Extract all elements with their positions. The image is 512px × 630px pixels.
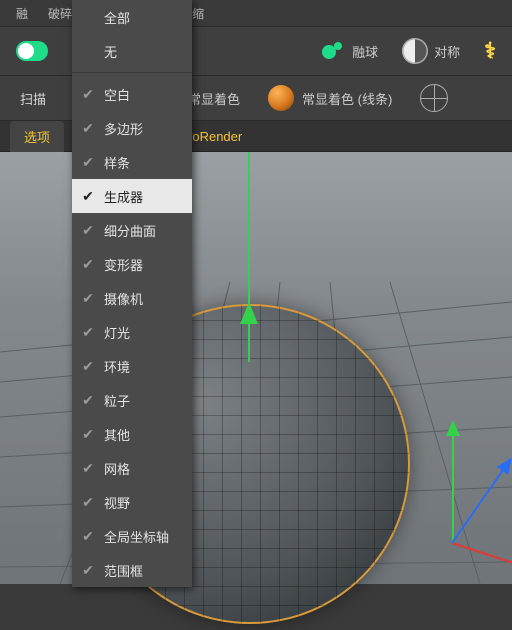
check-icon: ✔ xyxy=(80,426,96,443)
python-button[interactable]: ⚕ xyxy=(474,32,506,70)
menu-item-14[interactable]: ✔ 视野 xyxy=(72,485,192,519)
menu-item-10[interactable]: ✔ 环境 xyxy=(72,349,192,383)
check-icon: ✔ xyxy=(80,256,96,273)
menu-item-7[interactable]: ✔ 变形器 xyxy=(72,247,192,281)
tab-options[interactable]: 选项 xyxy=(10,121,64,152)
button-label: 常显着色 (线条) xyxy=(302,89,392,108)
check-icon: ✔ xyxy=(80,528,96,545)
check-icon: ✔ xyxy=(80,324,96,341)
menu-item-9[interactable]: ✔ 灯光 xyxy=(72,315,192,349)
menu-item-label: 灯光 xyxy=(104,323,130,342)
check-icon: ✔ xyxy=(80,222,96,239)
menu-item-label: 全局坐标轴 xyxy=(104,527,169,546)
toggle-button[interactable] xyxy=(6,35,58,67)
menu-item-label: 全部 xyxy=(104,8,130,27)
toggle-icon xyxy=(16,41,48,61)
check-icon: ✔ xyxy=(80,154,96,171)
menu-item-label: 范围框 xyxy=(104,561,143,580)
button-label: 扫描 xyxy=(20,89,46,108)
menu-item-label: 空白 xyxy=(104,85,130,104)
menu-item-label: 视野 xyxy=(104,493,130,512)
menu-item-6[interactable]: ✔ 细分曲面 xyxy=(72,213,192,247)
menu-item-label: 样条 xyxy=(104,153,130,172)
menu-item[interactable]: 破碎 xyxy=(48,5,72,22)
check-icon: ✔ xyxy=(80,460,96,477)
axis-y-line xyxy=(248,152,250,362)
menu-item[interactable]: 融 xyxy=(16,5,28,22)
check-icon: ✔ xyxy=(80,392,96,409)
menu-item-label: 无 xyxy=(104,42,117,61)
shading-button-2[interactable]: 常显着色 (线条) xyxy=(258,81,402,115)
menu-item-label: 变形器 xyxy=(104,255,143,274)
menu-item-5[interactable]: ✔ 生成器 xyxy=(72,179,192,213)
menu-item-label: 网格 xyxy=(104,459,130,478)
menu-item-label: 摄像机 xyxy=(104,289,143,308)
menu-item-label: 生成器 xyxy=(104,187,143,206)
menu-item-12[interactable]: ✔ 其他 xyxy=(72,417,192,451)
menu-item-15[interactable]: ✔ 全局坐标轴 xyxy=(72,519,192,553)
check-icon: ✔ xyxy=(80,290,96,307)
sphere-icon xyxy=(268,85,294,111)
menu-item-label: 其他 xyxy=(104,425,130,444)
check-icon: ✔ xyxy=(80,494,96,511)
gizmo-y-axis[interactable] xyxy=(452,434,454,544)
check-icon: ✔ xyxy=(80,358,96,375)
menu-item-1[interactable]: 无 xyxy=(72,34,192,68)
globe-button[interactable] xyxy=(410,80,458,116)
scan-button[interactable]: 扫描 xyxy=(10,85,56,112)
menu-item-label: 环境 xyxy=(104,357,130,376)
symmetry-button[interactable]: 对称 xyxy=(392,32,470,70)
menu-item-0[interactable]: 全部 xyxy=(72,0,192,34)
button-label: 对称 xyxy=(434,42,460,61)
metaball-icon xyxy=(320,38,346,64)
check-icon: ✔ xyxy=(80,120,96,137)
button-label: 融球 xyxy=(352,42,378,61)
globe-icon xyxy=(420,84,448,112)
menu-item-3[interactable]: ✔ 多边形 xyxy=(72,111,192,145)
render-label: roRender xyxy=(188,129,242,144)
menu-item-label: 粒子 xyxy=(104,391,130,410)
axis-y-arrow-icon xyxy=(240,302,258,324)
menu-item-label: 多边形 xyxy=(104,119,143,138)
menu-item-16[interactable]: ✔ 范围框 xyxy=(72,553,192,587)
button-label: 常显着色 xyxy=(188,89,240,108)
menu-item-13[interactable]: ✔ 网格 xyxy=(72,451,192,485)
check-icon: ✔ xyxy=(80,562,96,579)
check-icon: ✔ xyxy=(80,188,96,205)
menu-item-4[interactable]: ✔ 样条 xyxy=(72,145,192,179)
menu-item-label: 细分曲面 xyxy=(104,221,156,240)
filter-menu[interactable]: 全部无✔空白✔多边形✔样条✔生成器✔细分曲面✔变形器✔摄像机✔灯光✔环境✔粒子✔… xyxy=(72,0,192,587)
menu-item-2[interactable]: ✔ 空白 xyxy=(72,77,192,111)
check-icon: ✔ xyxy=(80,86,96,103)
menu-item-11[interactable]: ✔ 粒子 xyxy=(72,383,192,417)
symmetry-icon xyxy=(402,38,428,64)
menu-item-8[interactable]: ✔ 摄像机 xyxy=(72,281,192,315)
metaball-button[interactable]: 融球 xyxy=(310,32,388,70)
python-icon: ⚕ xyxy=(484,38,496,64)
